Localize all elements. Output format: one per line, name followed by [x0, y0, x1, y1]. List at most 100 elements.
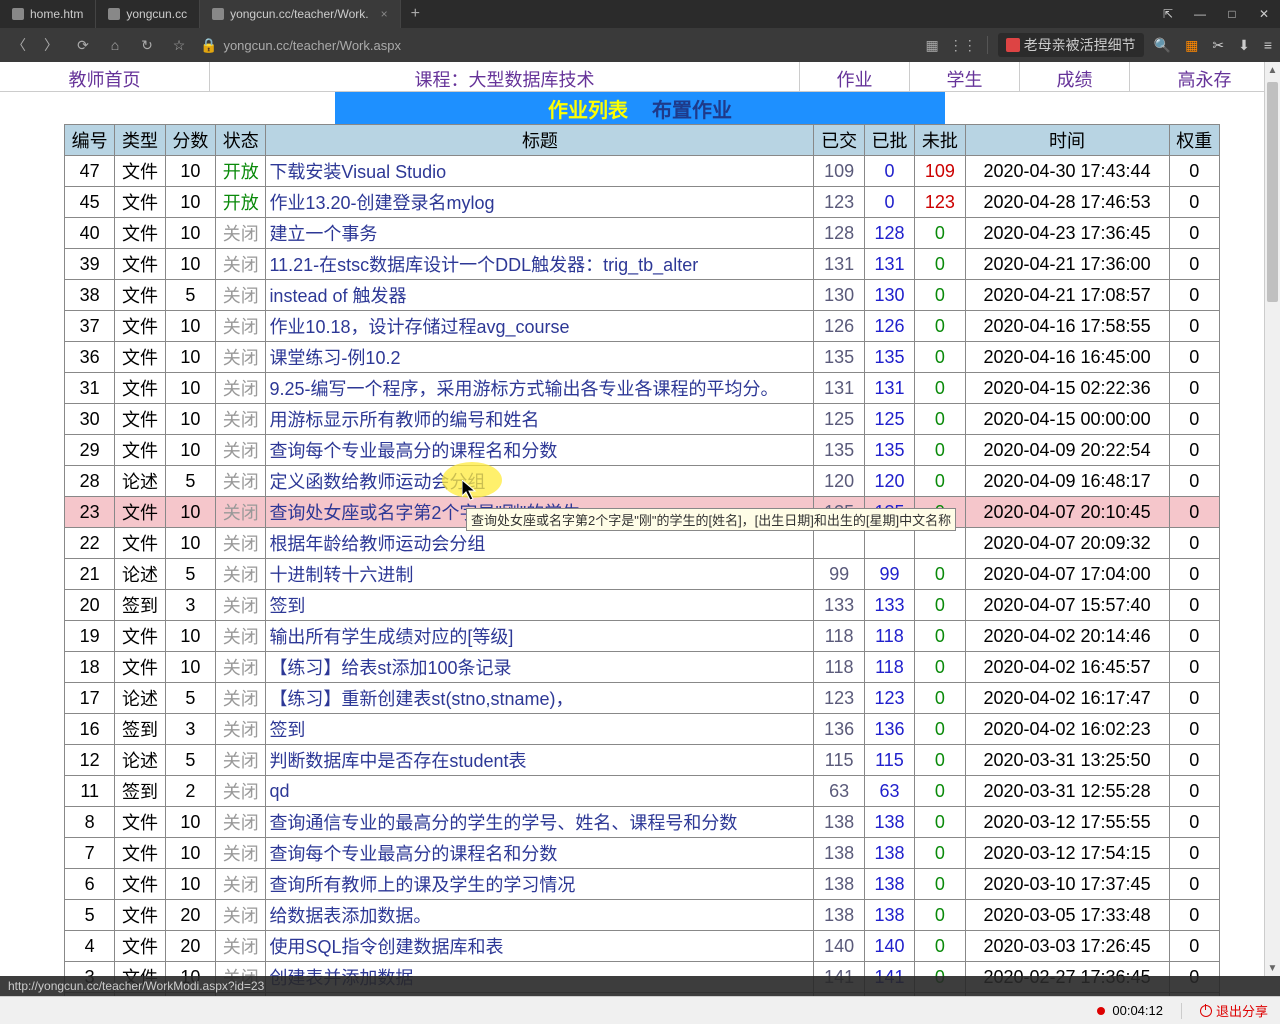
star-icon[interactable]: ☆: [168, 34, 190, 56]
hw-title-link[interactable]: 9.25-编写一个程序，采用游标方式输出各专业各课程的平均分。: [269, 379, 778, 399]
menu-icon[interactable]: ⋮⋮: [949, 37, 977, 54]
reload-button[interactable]: ⟳: [72, 34, 94, 56]
nav-user[interactable]: 高永存: [1130, 62, 1280, 91]
hw-title-link[interactable]: 【练习】给表st添加100条记录: [269, 658, 511, 678]
nav-course[interactable]: 课程：大型数据库技术: [210, 62, 800, 91]
cell-ungraded[interactable]: 0: [915, 590, 965, 621]
cell-graded[interactable]: 138: [864, 807, 914, 838]
cell-submitted[interactable]: 130: [814, 280, 864, 311]
hw-title-link[interactable]: 签到: [269, 720, 305, 740]
nav-student[interactable]: 学生: [910, 62, 1020, 91]
cell-submitted[interactable]: 99: [814, 559, 864, 590]
cell-submitted[interactable]: 123: [814, 187, 864, 218]
cell-submitted[interactable]: 118: [814, 621, 864, 652]
download-icon[interactable]: ⬇: [1238, 37, 1250, 54]
bookmark-item[interactable]: 老母亲被活捏细节: [998, 33, 1144, 57]
cell-ungraded[interactable]: 0: [915, 931, 965, 962]
cell-submitted[interactable]: 126: [814, 311, 864, 342]
cell-ungraded[interactable]: 109: [915, 156, 965, 187]
qr-icon[interactable]: ▦: [925, 37, 938, 54]
hw-title-link[interactable]: 判断数据库中是否存在student表: [269, 751, 526, 771]
cell-ungraded[interactable]: 0: [915, 404, 965, 435]
hw-title-link[interactable]: 作业10.18，设计存储过程avg_course: [269, 317, 569, 337]
scrollbar-thumb[interactable]: [1267, 82, 1278, 302]
cell-graded[interactable]: 115: [864, 745, 914, 776]
hw-title-link[interactable]: 签到: [269, 596, 305, 616]
cell-graded[interactable]: 130: [864, 280, 914, 311]
cell-ungraded[interactable]: 0: [915, 280, 965, 311]
cell-graded[interactable]: [864, 528, 914, 559]
hw-title-link[interactable]: 课堂练习-例10.2: [269, 348, 400, 368]
cell-graded[interactable]: 118: [864, 652, 914, 683]
hw-title-link[interactable]: 查询每个专业最高分的课程名和分数: [269, 844, 557, 864]
cell-ungraded[interactable]: 0: [915, 683, 965, 714]
nav-teacher-home[interactable]: 教师首页: [0, 62, 210, 91]
cell-ungraded[interactable]: 0: [915, 466, 965, 497]
cell-submitted[interactable]: 128: [814, 218, 864, 249]
hw-title-link[interactable]: 11.21-在stsc数据库设计一个DDL触发器：trig_tb_alter: [269, 255, 698, 275]
cell-graded[interactable]: 131: [864, 373, 914, 404]
scissors-icon[interactable]: ✂: [1212, 37, 1224, 54]
cell-ungraded[interactable]: 0: [915, 311, 965, 342]
cell-graded[interactable]: 0: [864, 187, 914, 218]
tab-work-active[interactable]: yongcun.cc/teacher/Work. ×: [200, 0, 401, 28]
tab-home[interactable]: home.htm: [0, 0, 96, 28]
cell-submitted[interactable]: [814, 528, 864, 559]
home-button[interactable]: ⌂: [104, 34, 126, 56]
cell-submitted[interactable]: 120: [814, 466, 864, 497]
cell-submitted[interactable]: 136: [814, 714, 864, 745]
hw-title-link[interactable]: 输出所有学生成绩对应的[等级]: [269, 627, 513, 647]
hw-title-link[interactable]: 用游标显示所有教师的编号和姓名: [269, 410, 539, 430]
cell-submitted[interactable]: 63: [814, 776, 864, 807]
cell-ungraded[interactable]: 0: [915, 807, 965, 838]
tab-yongcun[interactable]: yongcun.cc: [96, 0, 200, 28]
cell-graded[interactable]: 99: [864, 559, 914, 590]
hw-title-link[interactable]: 十进制转十六进制: [269, 565, 413, 585]
cell-graded[interactable]: 63: [864, 776, 914, 807]
cell-graded[interactable]: 135: [864, 342, 914, 373]
search-icon[interactable]: 🔍: [1154, 37, 1171, 54]
cell-graded[interactable]: 140: [864, 931, 914, 962]
share-icon[interactable]: ⇱: [1152, 0, 1184, 28]
cell-submitted[interactable]: 131: [814, 249, 864, 280]
hw-title-link[interactable]: 下载安装Visual Studio: [269, 162, 446, 182]
cell-submitted[interactable]: 135: [814, 342, 864, 373]
cell-ungraded[interactable]: [915, 528, 965, 559]
maximize-button[interactable]: □: [1216, 0, 1248, 28]
forward-button[interactable]: 〉: [40, 34, 62, 56]
cell-graded[interactable]: 138: [864, 838, 914, 869]
close-button[interactable]: ✕: [1248, 0, 1280, 28]
new-tab-button[interactable]: +: [401, 5, 430, 23]
cell-submitted[interactable]: 125: [814, 404, 864, 435]
cell-ungraded[interactable]: 0: [915, 559, 965, 590]
hw-title-link[interactable]: qd: [269, 781, 289, 801]
close-icon[interactable]: ×: [381, 7, 388, 21]
cell-graded[interactable]: 128: [864, 218, 914, 249]
subtab-hw-list[interactable]: 作业列表: [536, 90, 640, 127]
hw-title-link[interactable]: 给数据表添加数据。: [269, 906, 431, 926]
cell-ungraded[interactable]: 0: [915, 745, 965, 776]
cell-graded[interactable]: 126: [864, 311, 914, 342]
hw-title-link[interactable]: 定义函数给教师运动会分组: [269, 472, 485, 492]
hw-title-link[interactable]: 使用SQL指令创建数据库和表: [269, 937, 503, 957]
minimize-button[interactable]: —: [1184, 0, 1216, 28]
nav-grade[interactable]: 成绩: [1020, 62, 1130, 91]
cell-submitted[interactable]: 138: [814, 807, 864, 838]
cell-ungraded[interactable]: 0: [915, 714, 965, 745]
cell-submitted[interactable]: 138: [814, 900, 864, 931]
cell-submitted[interactable]: 138: [814, 869, 864, 900]
back-button[interactable]: 〈: [8, 34, 30, 56]
cell-graded[interactable]: 131: [864, 249, 914, 280]
cell-submitted[interactable]: 138: [814, 838, 864, 869]
cell-ungraded[interactable]: 0: [915, 249, 965, 280]
hw-title-link[interactable]: 查询通信专业的最高分的学生的学号、姓名、课程号和分数: [269, 813, 737, 833]
cell-graded[interactable]: 133: [864, 590, 914, 621]
apps-icon[interactable]: ▦: [1185, 37, 1198, 54]
cell-ungraded[interactable]: 0: [915, 218, 965, 249]
cell-submitted[interactable]: 123: [814, 683, 864, 714]
cell-submitted[interactable]: 109: [814, 156, 864, 187]
url-box[interactable]: 🔒 yongcun.cc/teacher/Work.aspx: [200, 37, 401, 54]
cell-ungraded[interactable]: 0: [915, 900, 965, 931]
hw-title-link[interactable]: 作业13.20-创建登录名mylog: [269, 193, 494, 213]
cell-ungraded[interactable]: 0: [915, 838, 965, 869]
